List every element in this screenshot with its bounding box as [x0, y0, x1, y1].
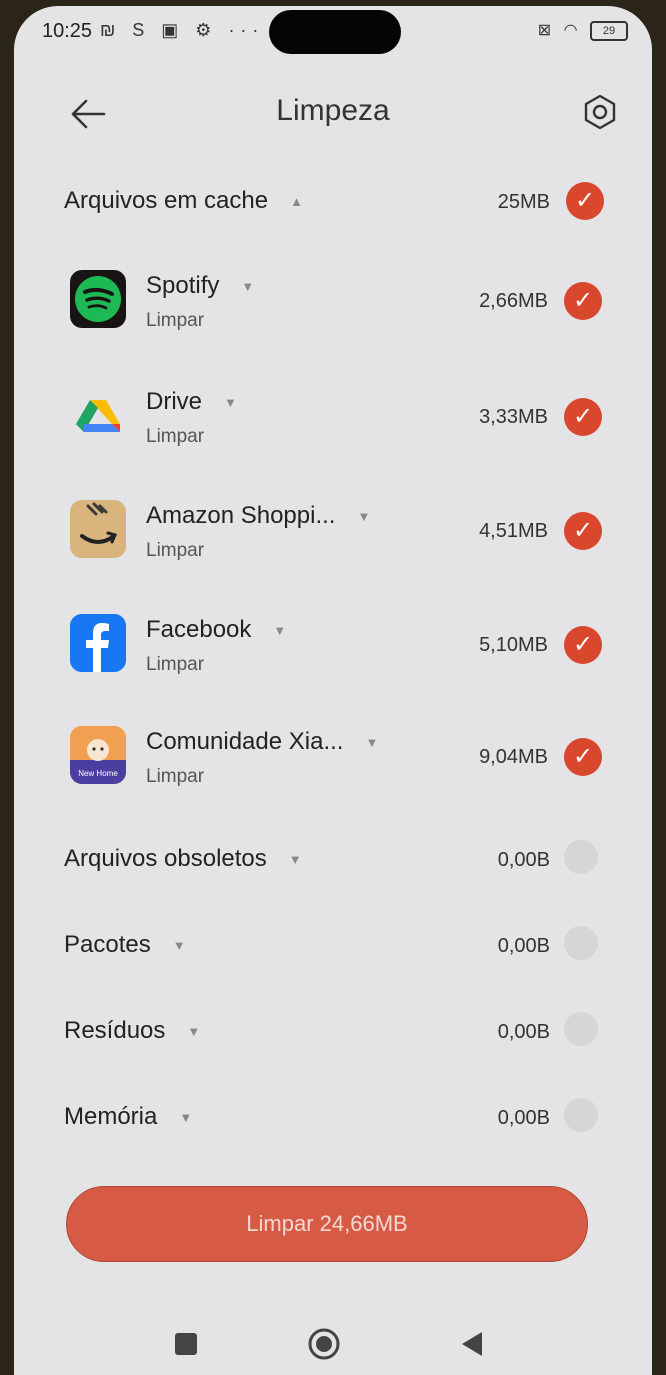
- status-icons: ₪ S ▣ ⚙ ···: [100, 20, 265, 40]
- checkbox-checked[interactable]: ✓: [564, 626, 602, 664]
- section-packages[interactable]: Pacotes ▼ 0,00B: [58, 918, 608, 972]
- settings-button[interactable]: [580, 92, 620, 132]
- app-action-label: Limpar: [146, 654, 205, 675]
- checkbox-unchecked[interactable]: [564, 926, 598, 960]
- app-row-xiaomi-community[interactable]: New Home Comunidade Xia... ▼ Limpar 9,04M…: [66, 716, 606, 798]
- checkbox-checked[interactable]: ✓: [564, 282, 602, 320]
- battery-icon: 29: [590, 20, 628, 41]
- checkbox-unchecked[interactable]: [564, 840, 598, 874]
- no-sim-icon: ⊠: [537, 22, 552, 39]
- wifi-icon: ◠: [563, 22, 578, 39]
- status-icons-right: ⊠ ◠ 29: [538, 20, 628, 41]
- section-obsolete-files[interactable]: Arquivos obsoletos ▼ 0,00B: [58, 832, 608, 886]
- checkbox-unchecked[interactable]: [564, 1098, 598, 1132]
- app-row-facebook[interactable]: Facebook ▼ Limpar 5,10MB ✓: [66, 604, 606, 686]
- section-label: Arquivos em cache ▲: [64, 187, 303, 214]
- app-name: Drive ▼: [146, 388, 237, 415]
- status-time: 10:25: [42, 20, 93, 42]
- checkbox-checked[interactable]: ✓: [564, 738, 602, 776]
- chevron-down-icon: ▼: [357, 509, 371, 525]
- checkbox-checked[interactable]: ✓: [566, 182, 604, 220]
- app-row-spotify[interactable]: Spotify ▼ Limpar 2,66MB ✓: [66, 260, 606, 342]
- recents-icon: [175, 1333, 197, 1355]
- section-size: 25MB: [497, 191, 550, 213]
- settings-icon: [584, 94, 616, 130]
- app-row-amazon[interactable]: Amazon Shoppi... ▼ Limpar 4,51MB ✓: [66, 490, 606, 572]
- checkbox-checked[interactable]: ✓: [564, 512, 602, 550]
- back-triangle-icon: [462, 1332, 482, 1356]
- section-label: Arquivos obsoletos ▼: [64, 845, 302, 872]
- amazon-icon: [70, 500, 126, 558]
- drive-icon: [70, 386, 126, 444]
- chevron-down-icon: ▼: [273, 623, 287, 639]
- app-size: 2,66MB: [479, 290, 548, 312]
- chevron-down-icon: ▼: [187, 1024, 201, 1040]
- section-memory[interactable]: Memória ▼ 0,00B: [58, 1090, 608, 1144]
- section-size: 0,00B: [497, 849, 550, 871]
- chevron-down-icon: ▼: [224, 395, 237, 411]
- navigation-bar: [14, 1302, 652, 1372]
- xiaomi-icon-text: New Home: [78, 769, 118, 778]
- chevron-down-icon: ▼: [365, 735, 379, 751]
- app-name: Amazon Shoppi... ▼: [146, 502, 371, 529]
- app-size: 3,33MB: [479, 406, 548, 428]
- chevron-down-icon: ▼: [288, 852, 302, 868]
- header: Limpeza: [14, 82, 652, 142]
- back-nav-button[interactable]: [452, 1324, 492, 1364]
- chevron-down-icon: ▼: [179, 1110, 193, 1126]
- status-bar: 10:25 ₪ S ▣ ⚙ ··· ⊠ ◠ 29: [14, 6, 652, 58]
- app-name: Comunidade Xia... ▼: [146, 728, 379, 755]
- checkbox-checked[interactable]: ✓: [564, 398, 602, 436]
- app-action-label: Limpar: [146, 426, 205, 447]
- app-size: 5,10MB: [479, 634, 548, 656]
- app-action-label: Limpar: [146, 540, 205, 561]
- home-icon: [308, 1328, 340, 1360]
- screen: 10:25 ₪ S ▣ ⚙ ··· ⊠ ◠ 29 Limpeza Arquivo…: [14, 6, 652, 1375]
- app-row-drive[interactable]: Drive ▼ Limpar 3,33MB ✓: [66, 376, 606, 458]
- home-button[interactable]: [304, 1324, 344, 1364]
- section-residues[interactable]: Resíduos ▼ 0,00B: [58, 1004, 608, 1058]
- section-size: 0,00B: [497, 1107, 550, 1129]
- checkbox-unchecked[interactable]: [564, 1012, 598, 1046]
- section-cache[interactable]: Arquivos em cache ▲ 25MB ✓: [58, 174, 608, 228]
- section-size: 0,00B: [497, 1021, 550, 1043]
- chevron-up-icon: ▲: [290, 194, 303, 210]
- recents-button[interactable]: [166, 1324, 206, 1364]
- section-size: 0,00B: [497, 935, 550, 957]
- app-size: 4,51MB: [479, 520, 548, 542]
- app-action-label: Limpar: [146, 310, 205, 331]
- app-name: Facebook ▼: [146, 616, 287, 643]
- camera-notch: [269, 10, 401, 54]
- app-name: Spotify ▼: [146, 272, 255, 299]
- clean-button[interactable]: Limpar 24,66MB: [66, 1186, 588, 1262]
- phone-frame: 10:25 ₪ S ▣ ⚙ ··· ⊠ ◠ 29 Limpeza Arquivo…: [0, 0, 666, 1375]
- section-label: Pacotes ▼: [64, 931, 186, 958]
- section-label: Memória ▼: [64, 1103, 193, 1130]
- facebook-icon: [70, 614, 126, 672]
- chevron-down-icon: ▼: [172, 938, 186, 954]
- spotify-icon: [70, 270, 126, 328]
- section-label: Resíduos ▼: [64, 1017, 201, 1044]
- chevron-down-icon: ▼: [241, 279, 255, 295]
- app-action-label: Limpar: [146, 766, 205, 787]
- page-title: Limpeza: [276, 94, 390, 127]
- app-size: 9,04MB: [479, 746, 548, 768]
- xiaomi-community-icon: New Home: [70, 726, 126, 784]
